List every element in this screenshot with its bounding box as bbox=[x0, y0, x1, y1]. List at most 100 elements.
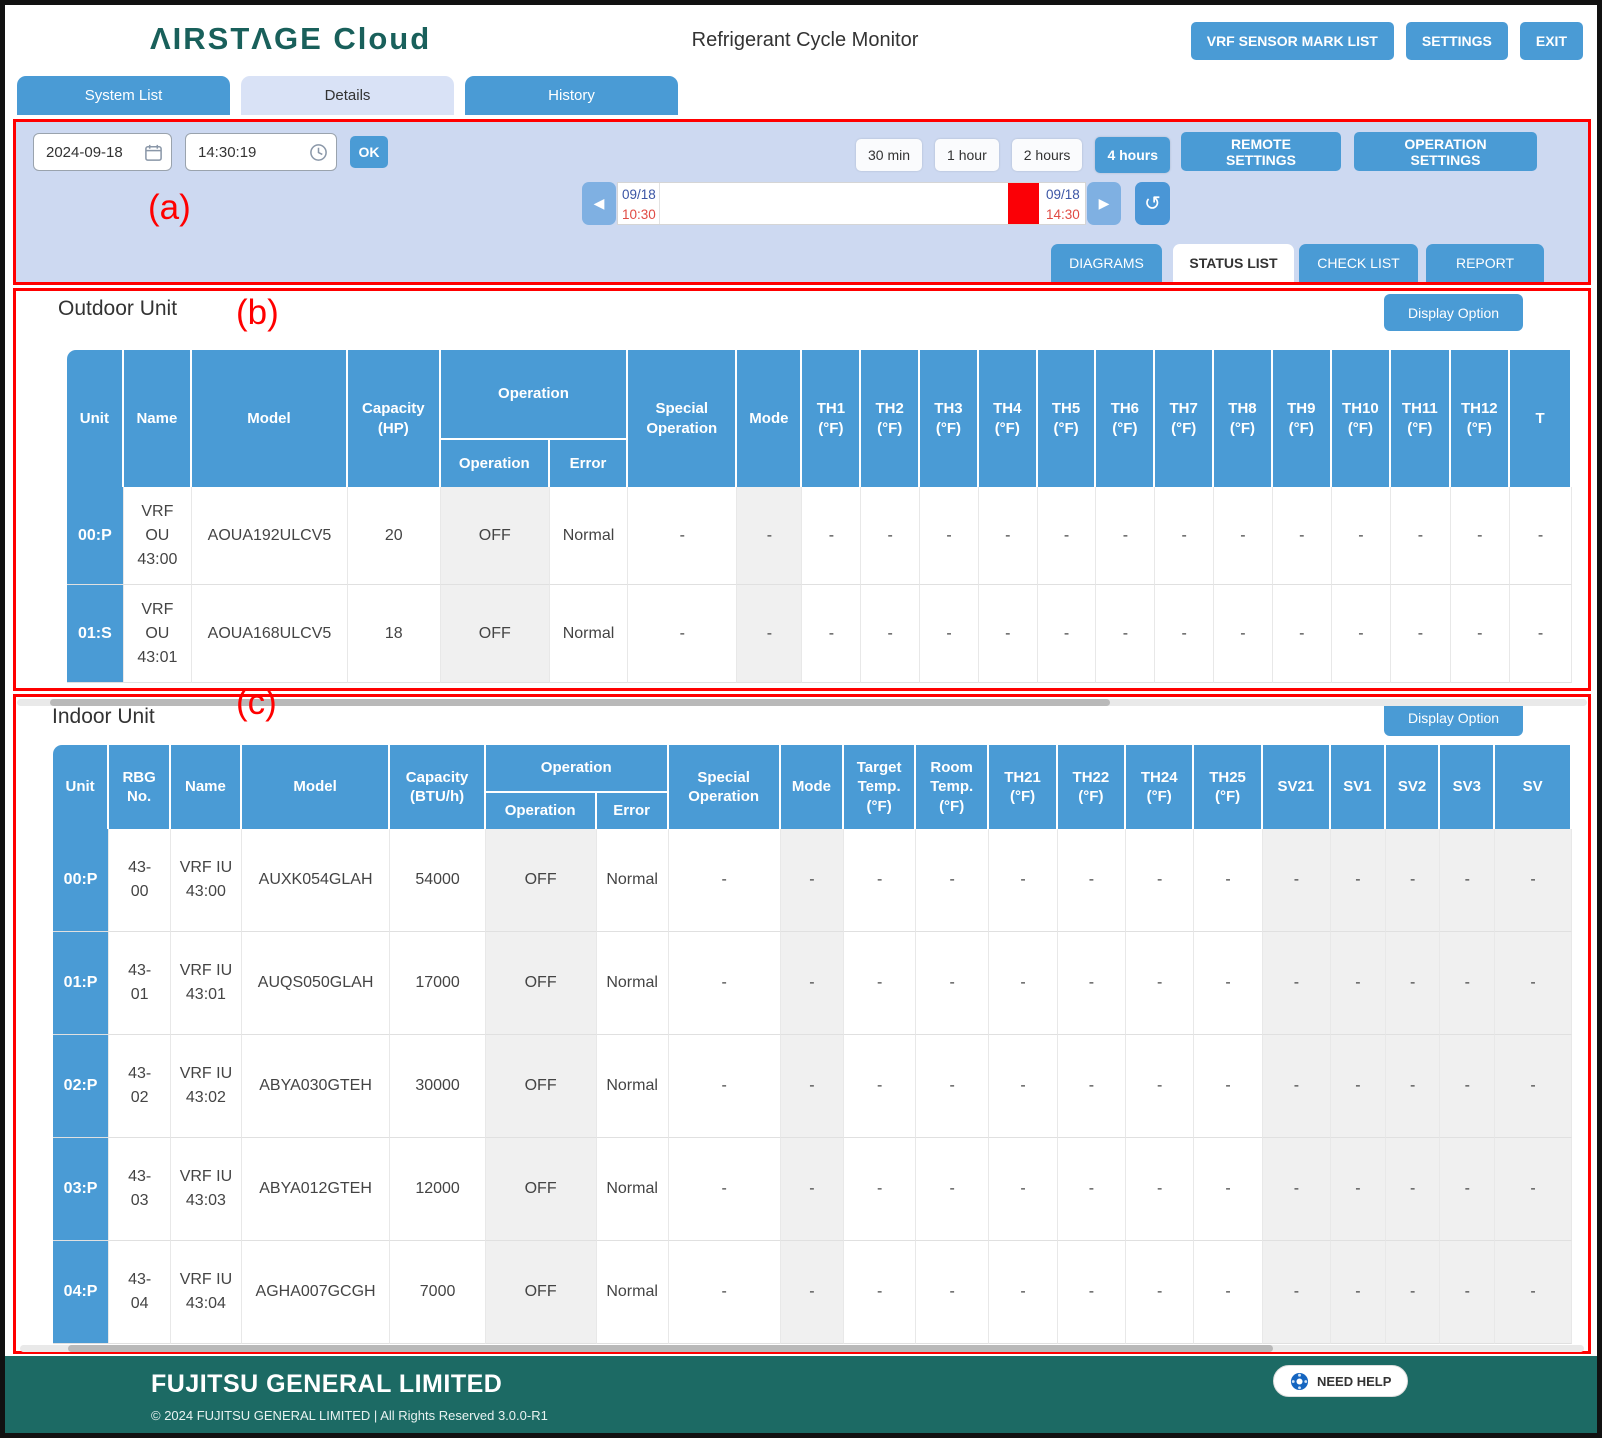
tab-check-list[interactable]: CHECK LIST bbox=[1299, 244, 1418, 282]
timeline-slider[interactable]: 09/18 10:30 09/18 14:30 bbox=[617, 182, 1086, 225]
cell-sv-3: - bbox=[1440, 932, 1495, 1035]
cell-unit: 04:P bbox=[53, 1241, 109, 1344]
tab-report[interactable]: REPORT bbox=[1426, 244, 1544, 282]
outdoor-row: 00:PVRF OU 43:00AOUA192ULCV520OFFNormal-… bbox=[67, 487, 1572, 585]
cell-partial: - bbox=[1495, 1138, 1572, 1241]
cell-rbg-no: 43-04 bbox=[109, 1241, 171, 1344]
app-footer: FUJITSU GENERAL LIMITED © 2024 FUJITSU G… bbox=[5, 1356, 1597, 1433]
cell-th-3: - bbox=[1194, 932, 1262, 1035]
cell-sv-2: - bbox=[1386, 1035, 1441, 1138]
cell-mode: - bbox=[781, 1138, 845, 1241]
col-th22-unit: (°F) bbox=[1060, 787, 1122, 807]
col-th1: TH1(°F) bbox=[802, 350, 861, 487]
cell-operation: OFF bbox=[486, 829, 597, 932]
clock-icon[interactable] bbox=[309, 143, 328, 162]
tab-diagrams[interactable]: DIAGRAMS bbox=[1051, 244, 1162, 282]
col-th4: TH4(°F) bbox=[979, 350, 1038, 487]
col-th6-label: TH6 bbox=[1111, 399, 1139, 419]
col-model-label: Model bbox=[247, 409, 290, 429]
col-special-operation-label: Special Operation bbox=[630, 399, 733, 438]
col-sv3: SV3 bbox=[1440, 745, 1495, 829]
cell-unit: 00:P bbox=[53, 829, 109, 932]
cell-th-0: - bbox=[989, 829, 1057, 932]
cell-model: AUQS050GLAH bbox=[242, 932, 391, 1035]
col-th21-label: TH21 bbox=[1004, 768, 1041, 788]
cell-th9: - bbox=[1273, 585, 1332, 683]
need-help-button[interactable]: NEED HELP bbox=[1273, 1365, 1408, 1397]
range-2hours-button[interactable]: 2 hours bbox=[1012, 139, 1083, 171]
exit-button[interactable]: EXIT bbox=[1520, 22, 1583, 60]
col-sv2-label: SV2 bbox=[1398, 777, 1426, 797]
tab-system-list[interactable]: System List bbox=[17, 76, 230, 115]
col-th1-unit: (°F) bbox=[804, 419, 857, 439]
cell-th-2: - bbox=[1126, 932, 1194, 1035]
col-partial-label: T bbox=[1535, 409, 1544, 429]
cell-rbg-no: 43-01 bbox=[109, 932, 171, 1035]
date-field-wrap bbox=[33, 133, 172, 171]
timeline-start-date: 09/18 bbox=[622, 185, 656, 205]
indoor-hscrollbar-thumb[interactable] bbox=[68, 1345, 1273, 1352]
cell-room-temp: - bbox=[916, 829, 989, 932]
cell-model: AOUA192ULCV5 bbox=[192, 487, 348, 585]
ok-button[interactable]: OK bbox=[350, 136, 388, 168]
operation-settings-button[interactable]: OPERATION SETTINGS bbox=[1354, 132, 1537, 171]
col-th7-label: TH7 bbox=[1169, 399, 1197, 419]
cell-sv-1: - bbox=[1331, 1035, 1386, 1138]
calendar-icon[interactable] bbox=[144, 143, 163, 162]
col-sv1-label: SV1 bbox=[1343, 777, 1371, 797]
cell-mode: - bbox=[781, 1035, 845, 1138]
need-help-label: NEED HELP bbox=[1317, 1374, 1391, 1389]
range-1hour-button[interactable]: 1 hour bbox=[935, 139, 999, 171]
col-error-label: Error bbox=[613, 801, 650, 821]
cell-th10: - bbox=[1332, 585, 1391, 683]
timeline-forward-button[interactable]: ▶ bbox=[1087, 182, 1121, 225]
settings-button[interactable]: SETTINGS bbox=[1406, 22, 1508, 60]
cell-sv-3: - bbox=[1440, 1035, 1495, 1138]
range-4hours-button[interactable]: 4 hours bbox=[1095, 137, 1170, 173]
col-target-temp-unit: (°F) bbox=[846, 797, 912, 817]
cell-mode: - bbox=[781, 829, 845, 932]
cell-capacity: 17000 bbox=[390, 932, 485, 1035]
cell-th12: - bbox=[1451, 487, 1510, 585]
timeline-back-button[interactable]: ◀ bbox=[582, 182, 616, 225]
cell-th1: - bbox=[802, 585, 861, 683]
indoor-unit-title: Indoor Unit bbox=[52, 705, 155, 729]
timeline-end-time: 14:30 bbox=[1046, 205, 1080, 225]
col-mode-label: Mode bbox=[792, 777, 831, 797]
vrf-sensor-mark-list-button[interactable]: VRF SENSOR MARK LIST bbox=[1191, 22, 1394, 60]
outdoor-table-body: 00:PVRF OU 43:00AOUA192ULCV520OFFNormal-… bbox=[67, 487, 1572, 683]
indoor-hscrollbar-track[interactable] bbox=[20, 1345, 1584, 1352]
cell-error: Normal bbox=[550, 585, 628, 683]
cell-th5: - bbox=[1038, 585, 1097, 683]
main-tab-bar: System List Details History bbox=[17, 76, 678, 115]
outdoor-table-head: UnitNameModelCapacity(HP)OperationSpecia… bbox=[67, 350, 1572, 487]
outdoor-hscrollbar-thumb[interactable] bbox=[50, 699, 1110, 706]
cell-capacity: 54000 bbox=[390, 829, 485, 932]
cell-name: VRF IU 43:00 bbox=[171, 829, 242, 932]
cell-error: Normal bbox=[550, 487, 628, 585]
cell-th-1: - bbox=[1058, 932, 1126, 1035]
timeline-handle[interactable] bbox=[1008, 183, 1039, 224]
refresh-button[interactable]: ↺ bbox=[1135, 182, 1170, 225]
outdoor-display-option-button[interactable]: Display Option bbox=[1384, 294, 1523, 331]
col-room-temp: Room Temp.(°F) bbox=[916, 745, 989, 829]
tab-history[interactable]: History bbox=[465, 76, 678, 115]
cell-special-operation: - bbox=[628, 585, 737, 683]
cell-room-temp: - bbox=[916, 932, 989, 1035]
indoor-unit-section: Indoor Unit Display Option UnitRBG No.Na… bbox=[13, 694, 1591, 1354]
cell-model: ABYA012GTEH bbox=[242, 1138, 391, 1241]
col-sv1: SV1 bbox=[1331, 745, 1386, 829]
cell-operation: OFF bbox=[486, 1138, 597, 1241]
range-30min-button[interactable]: 30 min bbox=[856, 139, 922, 171]
col-capacity-label: Capacity bbox=[362, 399, 425, 419]
indoor-table-head: UnitRBG No.NameModelCapacity(BTU/h)Opera… bbox=[53, 745, 1572, 829]
tab-status-list[interactable]: STATUS LIST bbox=[1173, 244, 1294, 282]
cell-th1: - bbox=[802, 487, 861, 585]
remote-settings-button[interactable]: REMOTE SETTINGS bbox=[1181, 132, 1341, 171]
cell-th4: - bbox=[979, 487, 1038, 585]
cell-th-0: - bbox=[989, 1138, 1057, 1241]
indoor-table: UnitRBG No.NameModelCapacity(BTU/h)Opera… bbox=[53, 745, 1572, 1344]
timeline-end-label: 09/18 14:30 bbox=[1042, 183, 1083, 224]
tab-details[interactable]: Details bbox=[241, 76, 454, 115]
indoor-table-body: 00:P43-00VRF IU 43:00AUXK054GLAH54000OFF… bbox=[53, 829, 1572, 1344]
